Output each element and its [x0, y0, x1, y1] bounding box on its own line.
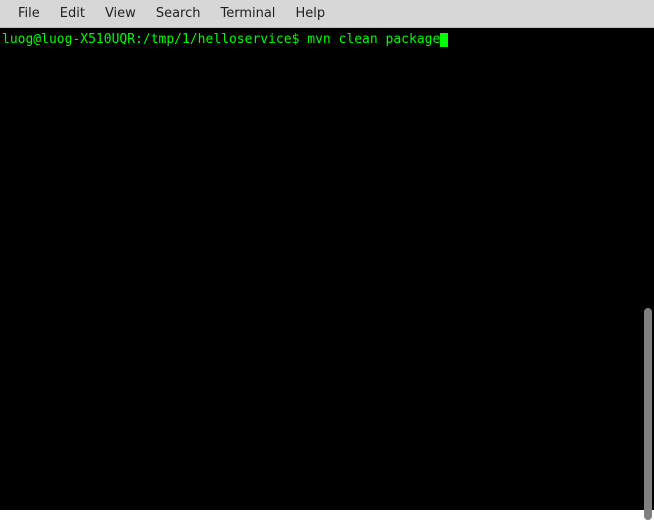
- menubar: File Edit View Search Terminal Help: [0, 0, 654, 28]
- scrollbar[interactable]: [644, 308, 652, 520]
- menu-terminal[interactable]: Terminal: [210, 2, 285, 25]
- menu-search[interactable]: Search: [146, 2, 211, 25]
- terminal-line: luog@luog-X510UQR:/tmp/1/helloservice$ m…: [2, 32, 652, 48]
- shell-prompt: luog@luog-X510UQR:/tmp/1/helloservice$: [2, 32, 307, 47]
- menu-edit[interactable]: Edit: [50, 2, 95, 25]
- command-text: mvn clean package: [307, 32, 440, 47]
- menu-help[interactable]: Help: [285, 2, 335, 25]
- menu-file[interactable]: File: [8, 2, 50, 25]
- menu-view[interactable]: View: [95, 2, 146, 25]
- terminal-area[interactable]: luog@luog-X510UQR:/tmp/1/helloservice$ m…: [0, 28, 654, 510]
- cursor: [440, 33, 448, 47]
